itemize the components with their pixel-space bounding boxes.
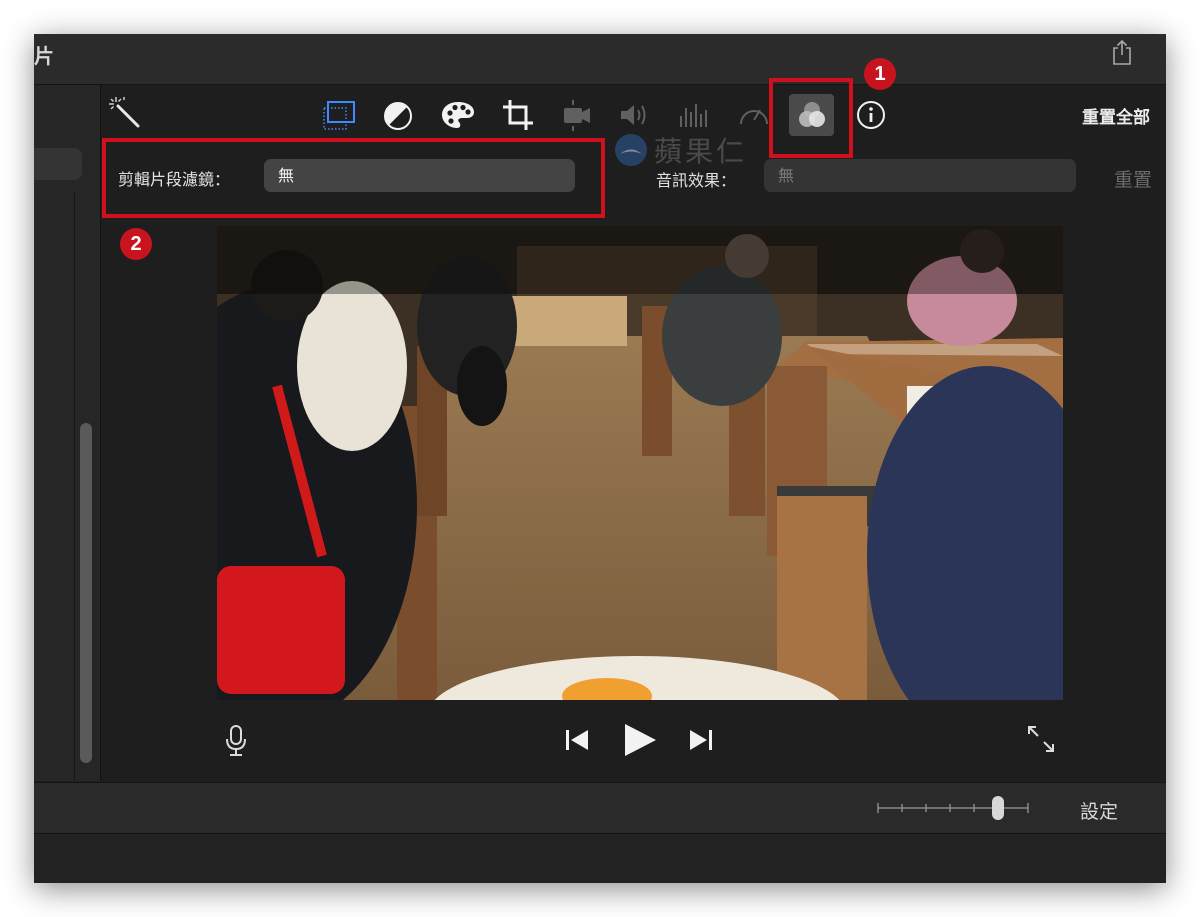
- watermark-logo-icon: [615, 134, 647, 166]
- highlight-box-filter-button: [769, 78, 853, 158]
- color-palette-icon[interactable]: [440, 100, 476, 130]
- volume-icon[interactable]: [618, 100, 652, 130]
- highlight-box-filter-row: [102, 138, 605, 218]
- microphone-icon[interactable]: [224, 724, 248, 758]
- watermark: 蘋果仁: [614, 130, 747, 170]
- info-icon[interactable]: [856, 100, 886, 130]
- play-icon[interactable]: [622, 722, 658, 758]
- annotation-badge-1: 1: [864, 58, 896, 90]
- sidebar-scrollbar[interactable]: [80, 423, 92, 763]
- color-balance-icon[interactable]: [383, 101, 413, 131]
- zoom-slider[interactable]: [874, 795, 1034, 821]
- timeline-toolbar: [34, 782, 1166, 834]
- share-icon[interactable]: [1110, 38, 1134, 66]
- sidebar-search-field[interactable]: [34, 148, 82, 180]
- skip-back-icon[interactable]: [564, 728, 590, 752]
- audio-effect-label: 音訊效果：: [656, 171, 737, 190]
- settings-button[interactable]: 設定: [1080, 797, 1118, 824]
- watermark-text: 蘋果仁: [654, 135, 748, 168]
- reset-all-button[interactable]: 重置全部: [1082, 103, 1150, 128]
- annotation-badge-2: 2: [120, 228, 152, 260]
- reset-button[interactable]: 重置: [1114, 165, 1152, 192]
- stabilization-icon[interactable]: [561, 98, 593, 132]
- crop-to-fill-icon[interactable]: [322, 98, 358, 132]
- window-title: 片: [34, 44, 54, 68]
- speed-icon[interactable]: [737, 100, 771, 130]
- skip-forward-icon[interactable]: [688, 728, 714, 752]
- crop-icon[interactable]: [501, 98, 535, 132]
- noise-eq-icon[interactable]: [677, 100, 711, 130]
- video-frame-image: [217, 226, 1063, 700]
- video-viewer[interactable]: [217, 226, 1063, 700]
- fullscreen-icon[interactable]: [1026, 724, 1056, 754]
- timeline-area[interactable]: [34, 834, 1166, 883]
- magic-wand-icon[interactable]: [108, 96, 142, 130]
- audio-effect-dropdown[interactable]: 無: [764, 159, 1076, 192]
- library-sidebar: [34, 85, 101, 781]
- title-bar: 片: [34, 34, 1166, 85]
